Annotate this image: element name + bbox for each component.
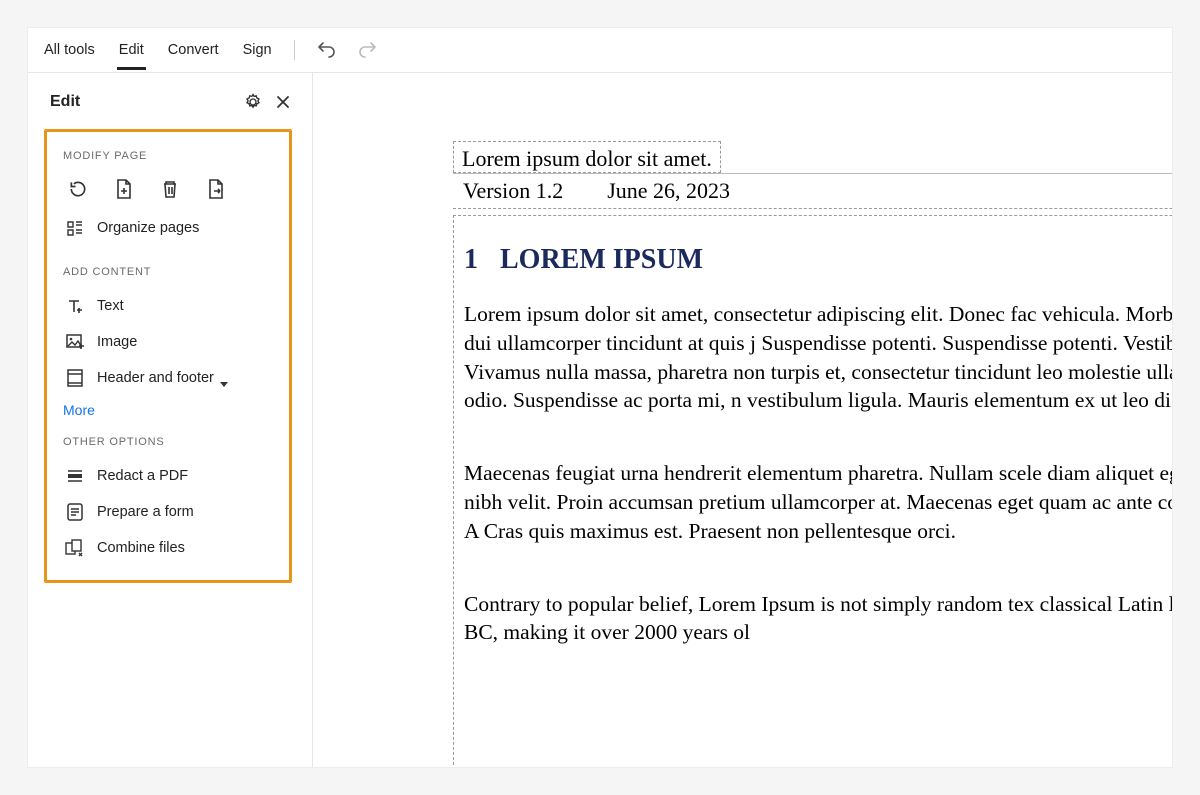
add-text-label: Text: [97, 298, 124, 314]
image-icon: [65, 332, 85, 352]
doc-paragraph-3: Contrary to popular belief, Lorem Ipsum …: [464, 590, 1172, 648]
add-content-more-link[interactable]: More: [59, 396, 283, 422]
rotate-page-button[interactable]: [67, 178, 89, 200]
menu-convert[interactable]: Convert: [166, 32, 221, 68]
add-header-footer-item[interactable]: Header and footer: [59, 360, 283, 396]
document-page[interactable]: Lorem ipsum dolor sit amet. Version 1.2 …: [453, 141, 1172, 767]
combine-files-label: Combine files: [97, 540, 185, 556]
doc-paragraph-2: Maecenas feugiat urna hendrerit elementu…: [464, 459, 1172, 545]
redact-icon: [65, 466, 85, 486]
doc-version-row[interactable]: Version 1.2 June 26, 2023: [453, 173, 1172, 209]
rotate-icon: [68, 179, 88, 199]
tools-highlight-box: MODIFY PAGE: [44, 129, 292, 583]
doc-header-textbox[interactable]: Lorem ipsum dolor sit amet.: [453, 141, 721, 173]
doc-date: June 26, 2023: [607, 178, 730, 204]
redo-icon: [358, 42, 378, 58]
prepare-form-label: Prepare a form: [97, 504, 194, 520]
add-image-item[interactable]: Image: [59, 324, 283, 360]
doc-paragraph-1: Lorem ipsum dolor sit amet, consectetur …: [464, 300, 1172, 415]
form-icon: [65, 502, 85, 522]
menu-all-tools[interactable]: All tools: [42, 32, 97, 68]
redact-pdf-label: Redact a PDF: [97, 468, 188, 484]
doc-h1-number: 1: [464, 244, 478, 275]
doc-version: Version 1.2: [463, 178, 563, 204]
section-other-options-label: OTHER OPTIONS: [63, 436, 283, 448]
undo-icon: [316, 42, 336, 58]
side-panel-title: Edit: [50, 93, 234, 111]
page-plus-icon: [115, 179, 133, 199]
modify-page-icon-row: [59, 172, 283, 210]
side-panel-header: Edit: [28, 85, 312, 127]
redact-pdf-item[interactable]: Redact a PDF: [59, 458, 283, 494]
menu-edit[interactable]: Edit: [117, 32, 146, 68]
submenu-caret-icon: [220, 382, 228, 387]
close-icon: [276, 95, 290, 109]
delete-page-button[interactable]: [159, 178, 181, 200]
doc-h1-text: LOREM IPSUM: [500, 244, 703, 275]
app-window: All tools Edit Convert Sign Edit: [28, 28, 1172, 767]
organize-pages-label: Organize pages: [97, 220, 199, 236]
organize-pages-item[interactable]: Organize pages: [59, 210, 283, 246]
page-arrow-icon: [207, 179, 225, 199]
add-text-item[interactable]: Text: [59, 288, 283, 324]
section-modify-page-label: MODIFY PAGE: [63, 150, 283, 162]
prepare-form-item[interactable]: Prepare a form: [59, 494, 283, 530]
combine-icon: [65, 538, 85, 558]
panel-settings-button[interactable]: [242, 91, 264, 113]
header-footer-icon: [65, 368, 85, 388]
text-icon: [65, 296, 85, 316]
add-header-footer-label: Header and footer: [97, 370, 214, 386]
undo-button[interactable]: [315, 39, 337, 61]
combine-files-item[interactable]: Combine files: [59, 530, 283, 566]
trash-icon: [161, 179, 179, 199]
insert-page-button[interactable]: [113, 178, 135, 200]
panel-close-button[interactable]: [272, 91, 294, 113]
doc-heading-1: 1 LOREM IPSUM: [464, 244, 1172, 276]
top-menubar: All tools Edit Convert Sign: [28, 28, 1172, 73]
app-body: Edit MODIFY PAGE: [28, 73, 1172, 767]
doc-main-textbox[interactable]: 1 LOREM IPSUM Lorem ipsum dolor sit amet,…: [453, 215, 1172, 767]
menu-sign[interactable]: Sign: [241, 32, 274, 68]
add-image-label: Image: [97, 334, 137, 350]
extract-page-button[interactable]: [205, 178, 227, 200]
section-add-content-label: ADD CONTENT: [63, 266, 283, 278]
gear-icon: [244, 93, 262, 111]
edit-side-panel: Edit MODIFY PAGE: [28, 73, 313, 767]
menubar-divider: [294, 40, 295, 60]
organize-pages-icon: [65, 218, 85, 238]
redo-button[interactable]: [357, 39, 379, 61]
document-viewport[interactable]: Lorem ipsum dolor sit amet. Version 1.2 …: [313, 73, 1172, 767]
